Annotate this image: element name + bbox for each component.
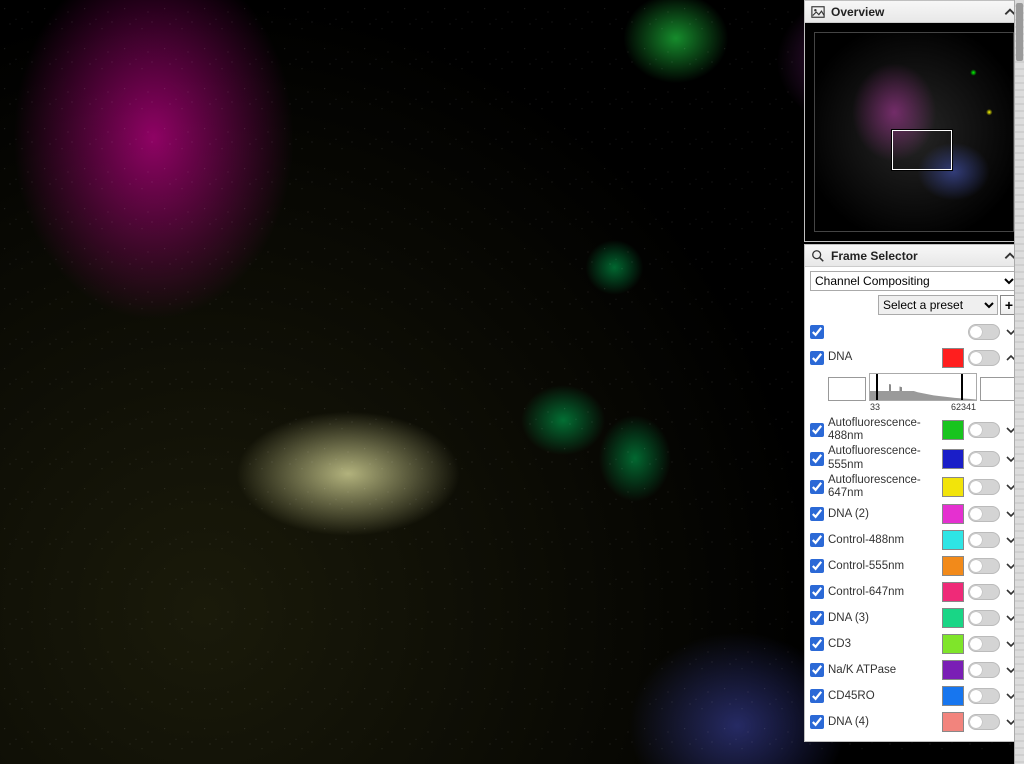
channel-label: CD45RO	[828, 690, 938, 703]
channel-row: Autofluorescence-647nm	[810, 473, 1018, 501]
channel-toggle[interactable]	[968, 714, 1000, 730]
channel-checkbox[interactable]	[810, 611, 824, 625]
channel-checkbox[interactable]	[810, 663, 824, 677]
channel-checkbox[interactable]	[810, 507, 824, 521]
channel-color-swatch[interactable]	[942, 712, 964, 732]
overview-body[interactable]	[805, 23, 1023, 241]
channel-label: DNA (3)	[828, 612, 938, 625]
channel-row: DNA (4)	[810, 709, 1018, 735]
histogram-high-input[interactable]	[980, 377, 1018, 401]
channel-color-swatch[interactable]	[942, 530, 964, 550]
channel-toggle[interactable]	[968, 422, 1000, 438]
channel-color-swatch[interactable]	[942, 477, 964, 497]
channel-checkbox[interactable]	[810, 585, 824, 599]
channel-row: Autofluorescence-555nm	[810, 444, 1018, 472]
search-icon	[811, 249, 825, 263]
channel-toggle[interactable]	[968, 479, 1000, 495]
overview-roi[interactable]	[891, 129, 953, 171]
channel-row: CD3	[810, 631, 1018, 657]
channel-checkbox[interactable]	[810, 351, 824, 365]
channel-color-swatch[interactable]	[942, 348, 964, 368]
histogram-low-label: 33	[870, 402, 880, 412]
channel-label: Autofluorescence-647nm	[828, 474, 938, 500]
channel-checkbox[interactable]	[810, 452, 824, 466]
histogram-high-label: 62341	[951, 402, 976, 412]
preset-select[interactable]: Select a preset	[878, 295, 998, 315]
channel-row: Control-555nm	[810, 553, 1018, 579]
channel-row: Autofluorescence-488nm	[810, 416, 1018, 444]
channel-toggle[interactable]	[968, 688, 1000, 704]
channel-color-swatch[interactable]	[942, 582, 964, 602]
frame-selector-title: Frame Selector	[831, 249, 918, 263]
channel-label: Control-647nm	[828, 586, 938, 599]
compositing-mode-select[interactable]: Channel Compositing	[810, 271, 1018, 291]
master-toggle[interactable]	[968, 324, 1000, 340]
master-checkbox[interactable]	[810, 325, 824, 339]
channel-label: Autofluorescence-488nm	[828, 417, 938, 443]
overview-header[interactable]: Overview	[805, 1, 1023, 23]
channel-label: Na/K ATPase	[828, 664, 938, 677]
channel-label: Control-555nm	[828, 560, 938, 573]
channel-label: Autofluorescence-555nm	[828, 445, 938, 471]
channel-row: DNA	[810, 345, 1018, 371]
channel-row: DNA (2)	[810, 501, 1018, 527]
overview-thumbnail[interactable]	[814, 32, 1014, 232]
image-icon	[811, 5, 825, 19]
channel-label: Control-488nm	[828, 534, 938, 547]
channel-color-swatch[interactable]	[942, 686, 964, 706]
channel-toggle[interactable]	[968, 662, 1000, 678]
channel-list: DNA3362341Autofluorescence-488nmAutofluo…	[810, 345, 1018, 735]
channel-toggle[interactable]	[968, 636, 1000, 652]
channel-checkbox[interactable]	[810, 559, 824, 573]
channel-checkbox[interactable]	[810, 480, 824, 494]
histogram-low-input[interactable]	[828, 377, 866, 401]
scrollbar-thumb[interactable]	[1016, 3, 1023, 61]
channel-color-swatch[interactable]	[942, 420, 964, 440]
frame-selector-panel: Frame Selector Channel Compositing Selec…	[804, 244, 1024, 742]
channel-row: Control-647nm	[810, 579, 1018, 605]
channel-color-swatch[interactable]	[942, 449, 964, 469]
channel-checkbox[interactable]	[810, 533, 824, 547]
side-panels: Overview Frame Selector Channel Composit…	[804, 0, 1024, 744]
channel-toggle[interactable]	[968, 451, 1000, 467]
channel-row: Na/K ATPase	[810, 657, 1018, 683]
channel-row: Control-488nm	[810, 527, 1018, 553]
histogram-range-labels: 33 62341	[810, 402, 1018, 412]
channel-color-swatch[interactable]	[942, 556, 964, 576]
histogram[interactable]	[869, 373, 977, 401]
channel-label: DNA (2)	[828, 508, 938, 521]
channel-checkbox[interactable]	[810, 689, 824, 703]
channel-toggle[interactable]	[968, 610, 1000, 626]
channel-toggle[interactable]	[968, 506, 1000, 522]
channel-toggle[interactable]	[968, 532, 1000, 548]
channel-color-swatch[interactable]	[942, 608, 964, 628]
channel-toggle[interactable]	[968, 584, 1000, 600]
channel-color-swatch[interactable]	[942, 660, 964, 680]
channel-label: DNA	[828, 351, 938, 364]
frame-selector-header[interactable]: Frame Selector	[805, 245, 1023, 267]
channel-toggle[interactable]	[968, 558, 1000, 574]
channel-checkbox[interactable]	[810, 715, 824, 729]
channel-row: DNA (3)	[810, 605, 1018, 631]
channel-checkbox[interactable]	[810, 637, 824, 651]
master-channel-row	[810, 319, 1018, 345]
channel-histogram	[810, 371, 1018, 401]
overview-panel: Overview	[804, 0, 1024, 242]
frame-selector-body: Channel Compositing Select a preset + DN…	[805, 267, 1023, 741]
channel-label: CD3	[828, 638, 938, 651]
overview-title: Overview	[831, 5, 884, 19]
channel-color-swatch[interactable]	[942, 634, 964, 654]
channel-toggle[interactable]	[968, 350, 1000, 366]
channel-checkbox[interactable]	[810, 423, 824, 437]
channel-color-swatch[interactable]	[942, 504, 964, 524]
vertical-scrollbar[interactable]	[1014, 0, 1024, 764]
channel-row: CD45RO	[810, 683, 1018, 709]
channel-label: DNA (4)	[828, 716, 938, 729]
